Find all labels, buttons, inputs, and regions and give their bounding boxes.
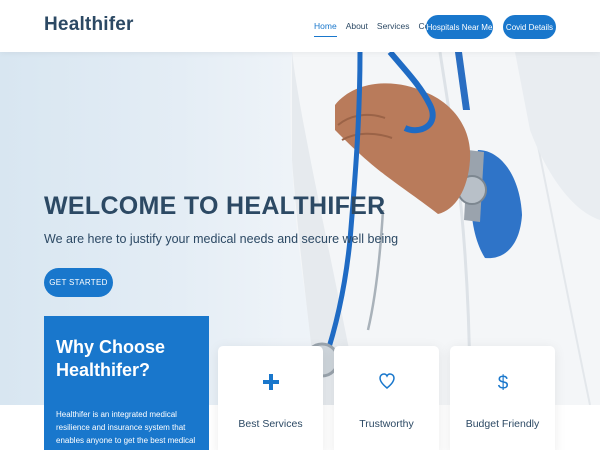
nav-services[interactable]: Services	[377, 21, 410, 37]
card-title: Trustworthy	[359, 418, 414, 430]
card-title: Best Services	[238, 418, 303, 430]
why-title: Why Choose Healthifer?	[56, 337, 166, 380]
card-best-services[interactable]: Best Services	[218, 346, 323, 450]
card-title: Budget Friendly	[465, 418, 540, 430]
why-choose-box: Why Choose Healthifer? Healthifer is an …	[44, 316, 209, 450]
hero-title: WELCOME TO HEALTHIFER	[44, 192, 386, 220]
nav-about[interactable]: About	[346, 21, 368, 37]
hero-subtitle: We are here to justify your medical need…	[44, 232, 399, 246]
svg-text:$: $	[497, 373, 508, 394]
card-budget-friendly[interactable]: $ Budget Friendly	[450, 346, 555, 450]
get-started-button[interactable]: GET STARTED	[44, 268, 113, 297]
card-trustworthy[interactable]: Trustworthy	[334, 346, 439, 450]
site-header: Healthifer Home About Services Contact H…	[0, 0, 600, 52]
covid-details-button[interactable]: Covid Details	[503, 15, 556, 39]
plus-icon	[218, 372, 323, 392]
dollar-icon: $	[450, 372, 555, 394]
nav-home[interactable]: Home	[314, 21, 337, 37]
heart-icon	[334, 372, 439, 390]
why-text: Healthifer is an integrated medical resi…	[56, 410, 196, 450]
logo[interactable]: Healthifer	[44, 14, 134, 36]
hospitals-near-me-button[interactable]: Hospitals Near Me	[426, 15, 493, 39]
